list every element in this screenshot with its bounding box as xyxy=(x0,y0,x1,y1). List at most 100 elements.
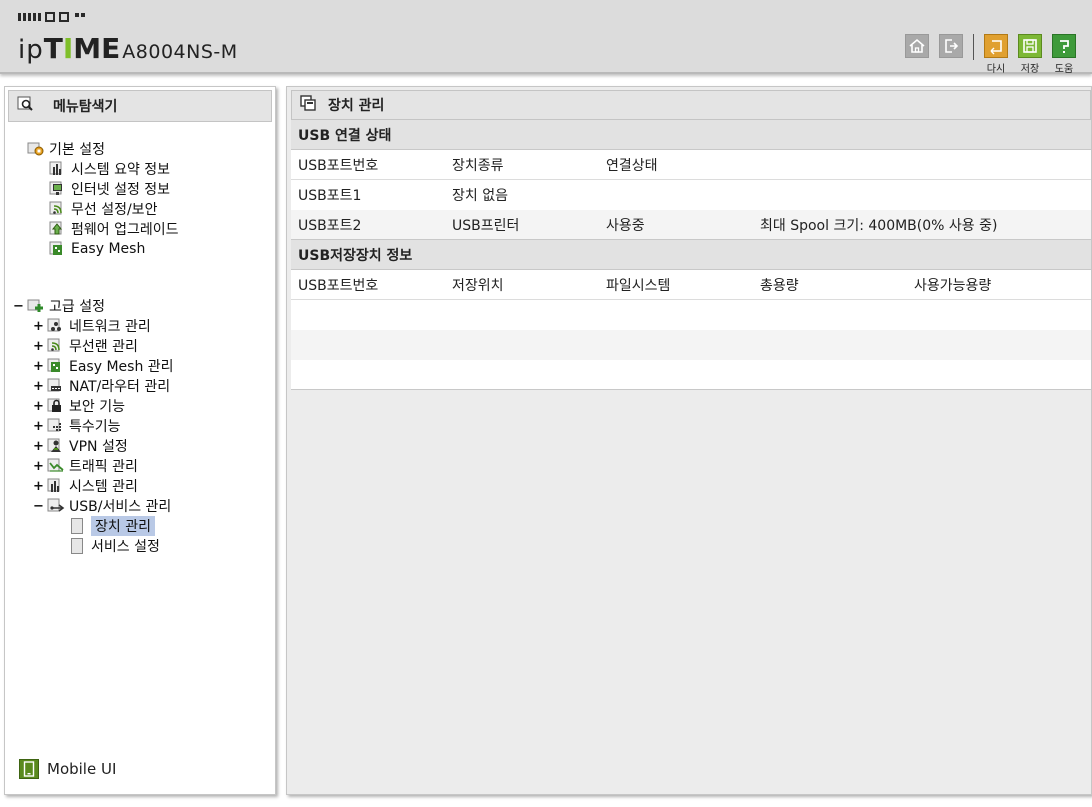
logo-time-i: I xyxy=(62,32,74,65)
tree-item-label: 무선 설정/보안 xyxy=(71,202,158,218)
special-icon xyxy=(47,418,65,434)
table-row xyxy=(291,330,1091,360)
system-summary-icon xyxy=(49,161,67,177)
logo-ip: ip xyxy=(18,35,44,65)
monitor-icon xyxy=(49,181,67,197)
tree-item-wireless-security[interactable]: 무선 설정/보안 xyxy=(49,200,157,218)
expand-toggle[interactable]: + xyxy=(33,419,44,434)
collapse-toggle[interactable]: − xyxy=(33,499,44,514)
tree-item-wlan[interactable]: + 무선랜 관리 xyxy=(33,337,138,355)
expand-toggle[interactable]: + xyxy=(33,399,44,414)
cell-port: USB포트2 xyxy=(298,217,362,234)
top-header: ip TIME A8004NS-M 다시 저장 도움 xyxy=(0,0,1092,75)
tree-item-usb-service[interactable]: − USB/서비스 관리 xyxy=(33,497,171,515)
col-usb-port: USB포트번호 xyxy=(298,277,379,294)
cell-device: USB프린터 xyxy=(452,217,520,234)
mobile-ui-link[interactable]: Mobile UI xyxy=(19,759,116,779)
save-label: 저장 xyxy=(1020,64,1040,75)
tree-item-easy-mesh-admin[interactable]: + Easy Mesh 관리 xyxy=(33,357,174,375)
tree-basic-settings[interactable]: 기본 설정 xyxy=(27,140,105,158)
tree-item-label: NAT/라우터 관리 xyxy=(69,379,171,395)
menu-explorer-title: 메뉴탐색기 xyxy=(8,90,272,122)
tree-item-vpn[interactable]: + VPN 설정 xyxy=(33,437,128,455)
wireless-icon xyxy=(47,338,65,354)
cell-status: 사용중 xyxy=(606,217,645,234)
save-button[interactable]: 저장 xyxy=(1016,34,1044,75)
usb-storage-heading: USB저장장치 정보 xyxy=(291,240,1091,270)
usb-storage-header-row: USB포트번호 저장위치 파일시스템 총용량 사용가능용량 xyxy=(291,270,1091,300)
tree-item-nat-router[interactable]: + NAT/라우터 관리 xyxy=(33,377,170,395)
tree-item-special[interactable]: + 특수기능 xyxy=(33,417,121,435)
tree-item-easy-mesh[interactable]: Easy Mesh xyxy=(49,240,145,258)
tree-item-label: 트래픽 관리 xyxy=(69,459,138,475)
logout-icon xyxy=(939,34,963,58)
folder-advanced-icon xyxy=(27,298,45,314)
mobile-icon xyxy=(19,759,39,779)
traffic-icon xyxy=(47,458,65,474)
home-button[interactable] xyxy=(903,34,931,58)
tree-advanced-settings[interactable]: − 고급 설정 xyxy=(13,297,105,316)
expand-toggle[interactable]: + xyxy=(33,319,44,334)
col-filesystem: 파일시스템 xyxy=(606,277,671,294)
page-icon xyxy=(71,518,83,534)
table-row: USB포트2 USB프린터 사용중 최대 Spool 크기: 400MB(0% … xyxy=(291,210,1091,240)
tree-item-traffic[interactable]: + 트래픽 관리 xyxy=(33,457,138,475)
tree-item-label: 서비스 설정 xyxy=(91,539,160,555)
tree-item-label: USB/서비스 관리 xyxy=(69,499,172,515)
help-label: 도움 xyxy=(1054,64,1074,75)
expand-toggle[interactable]: + xyxy=(33,379,44,394)
header-toolbar: 다시 저장 도움 xyxy=(903,34,1078,75)
tree-item-label: 시스템 요약 정보 xyxy=(71,162,171,178)
window-icon xyxy=(300,95,316,115)
table-row xyxy=(291,300,1091,330)
tree-item-system-admin[interactable]: + 시스템 관리 xyxy=(33,477,138,495)
tree-item-system-summary[interactable]: 시스템 요약 정보 xyxy=(49,160,170,178)
tree-item-label: VPN 설정 xyxy=(69,439,128,455)
page-title-bar: 장치 관리 xyxy=(291,90,1091,120)
menu-explorer-label: 메뉴탐색기 xyxy=(53,99,118,115)
usb-status-heading: USB 연결 상태 xyxy=(291,120,1091,150)
logo-time-me: ME xyxy=(73,32,121,65)
page-title: 장치 관리 xyxy=(328,98,385,114)
table-row: USB포트1 장치 없음 xyxy=(291,180,1091,210)
lock-icon xyxy=(47,398,65,414)
col-usb-port: USB포트번호 xyxy=(298,157,379,174)
tree-item-security[interactable]: + 보안 기능 xyxy=(33,397,125,415)
expand-toggle[interactable]: + xyxy=(33,439,44,454)
tree-item-label: 네트워크 관리 xyxy=(69,319,151,335)
reload-button[interactable]: 다시 xyxy=(982,34,1010,75)
expand-toggle[interactable]: + xyxy=(33,459,44,474)
usb-icon xyxy=(47,498,65,514)
model-name: A8004NS-M xyxy=(122,41,238,63)
col-device-type: 장치종류 xyxy=(452,157,504,174)
expand-toggle[interactable]: + xyxy=(33,339,44,354)
tree-item-label: 장치 관리 xyxy=(91,516,155,536)
menu-explorer: 메뉴탐색기 기본 설정 시스템 요약 정보 인터넷 설정 정보 무선 설정/보안… xyxy=(4,86,276,795)
folder-settings-icon xyxy=(27,141,45,157)
tree-item-firmware-upgrade[interactable]: 펌웨어 업그레이드 xyxy=(49,220,179,238)
tree-item-label: 인터넷 설정 정보 xyxy=(71,182,171,198)
logo-time: TIME xyxy=(44,32,121,65)
expand-toggle[interactable]: + xyxy=(33,359,44,374)
expand-toggle[interactable]: + xyxy=(33,479,44,494)
mobile-ui-label: Mobile UI xyxy=(47,760,117,778)
logout-button[interactable] xyxy=(937,34,965,58)
reload-icon xyxy=(984,34,1008,58)
collapse-toggle[interactable]: − xyxy=(13,299,24,314)
vpn-icon xyxy=(47,438,65,454)
page-icon xyxy=(71,538,83,554)
help-button[interactable]: 도움 xyxy=(1050,34,1078,75)
save-icon xyxy=(1018,34,1042,58)
cell-detail: 최대 Spool 크기: 400MB(0% 사용 중) xyxy=(760,217,998,234)
iptime-logo: ip TIME A8004NS-M xyxy=(18,32,238,65)
col-available-capacity: 사용가능용량 xyxy=(914,277,992,294)
tree-item-internet-info[interactable]: 인터넷 설정 정보 xyxy=(49,180,170,198)
col-storage-location: 저장위치 xyxy=(452,277,504,294)
system-icon xyxy=(47,478,65,494)
tree-item-network[interactable]: + 네트워크 관리 xyxy=(33,317,151,335)
logo-time-t: T xyxy=(43,32,63,65)
content-panel: 장치 관리 USB 연결 상태 USB포트번호 장치종류 연결상태 USB포트1… xyxy=(286,86,1092,795)
reload-label: 다시 xyxy=(986,64,1006,75)
tree-item-device-management[interactable]: 장치 관리 xyxy=(71,516,155,536)
tree-item-service-settings[interactable]: 서비스 설정 xyxy=(71,537,160,555)
